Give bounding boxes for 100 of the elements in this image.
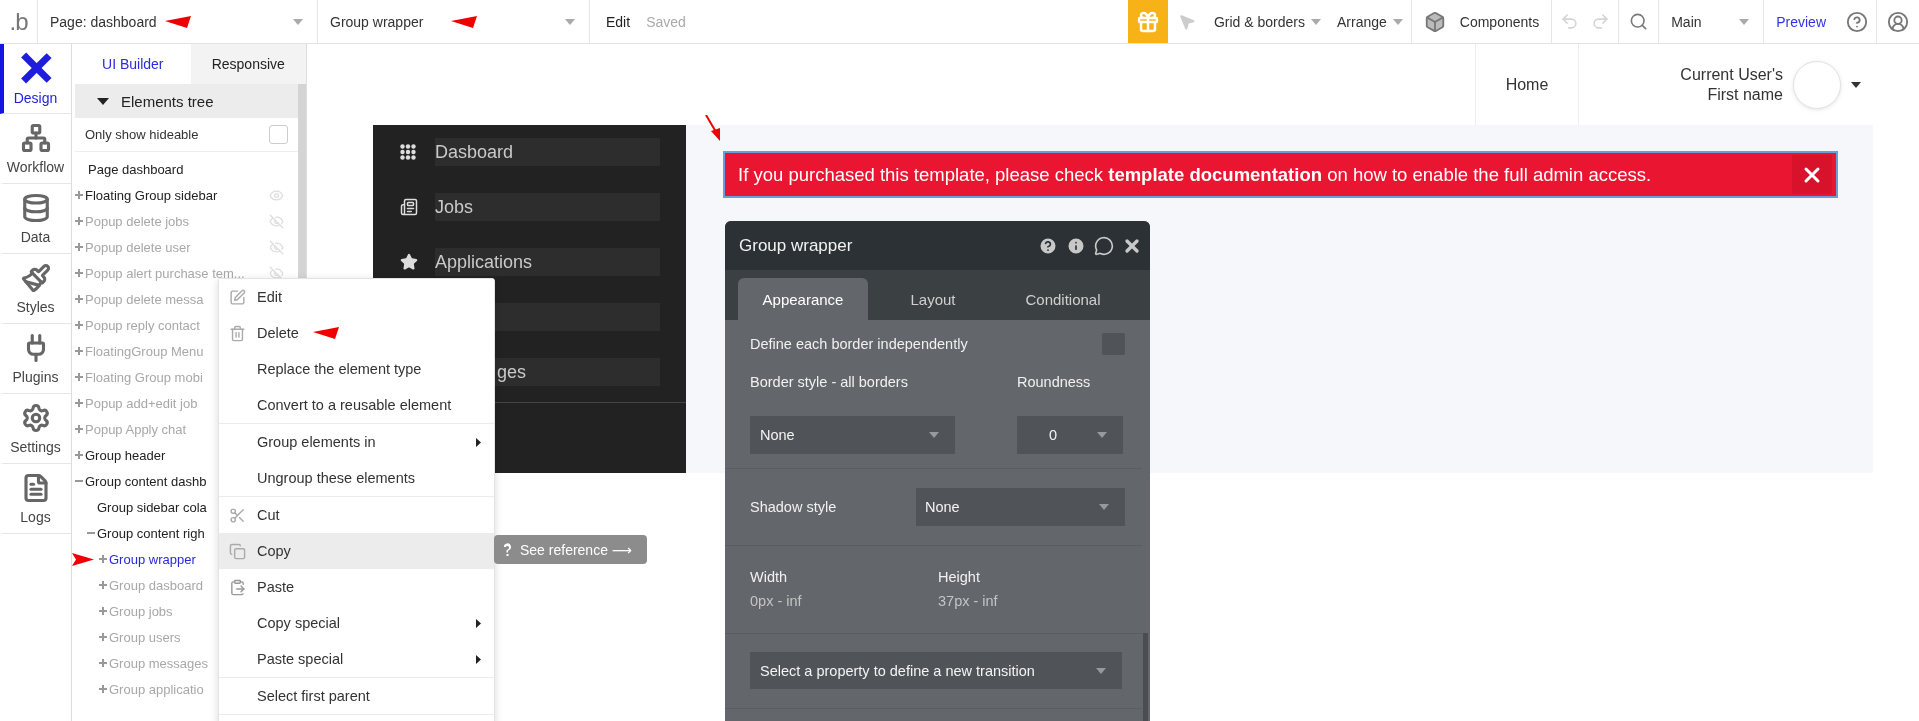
- gift-button[interactable]: [1127, 0, 1168, 43]
- cube-icon: [1423, 10, 1446, 33]
- expand-icon[interactable]: [75, 451, 83, 459]
- caret-icon: [1311, 18, 1321, 25]
- nav-item[interactable]: Dasboard: [435, 138, 660, 166]
- comment-icon[interactable]: [1094, 235, 1114, 256]
- checkbox[interactable]: [269, 125, 288, 144]
- menu-item[interactable]: Convert to a reusable element: [219, 387, 494, 423]
- caret-icon: [1392, 18, 1403, 25]
- submenu-caret-icon: [476, 654, 481, 664]
- expand-icon[interactable]: [99, 581, 107, 589]
- app-logo[interactable]: .b: [0, 0, 38, 43]
- settings-icon: [20, 402, 51, 433]
- rail-tab[interactable]: Logs: [0, 464, 71, 534]
- menu-item[interactable]: Paste: [219, 569, 494, 605]
- menu-item[interactable]: Paste special: [219, 641, 494, 677]
- transition-dropdown[interactable]: Select a property to define a new transition: [750, 652, 1122, 689]
- editor-tab[interactable]: Appearance: [738, 278, 868, 320]
- menu-item[interactable]: Edit: [219, 279, 494, 315]
- brush-icon: [20, 262, 51, 293]
- caret-icon: [1851, 81, 1861, 88]
- expand-icon[interactable]: [75, 243, 83, 251]
- roundness-dropdown[interactable]: 0: [1017, 416, 1123, 454]
- tree-item[interactable]: Group header: [85, 447, 166, 463]
- preview-link[interactable]: Preview: [1764, 0, 1838, 43]
- tree-item[interactable]: Floating Group sidebar: [85, 187, 218, 203]
- menu-item[interactable]: Copy special: [219, 605, 494, 641]
- section-header[interactable]: Elements tree: [75, 84, 298, 118]
- caret-icon: [1097, 432, 1107, 438]
- scrollbar[interactable]: [1143, 633, 1148, 721]
- editor-tab[interactable]: Conditional: [998, 278, 1128, 320]
- collapse-icon[interactable]: [87, 529, 95, 537]
- expand-icon[interactable]: [75, 269, 83, 277]
- field-label: Border style - all borders: [750, 374, 909, 390]
- nav-item[interactable]: Jobs: [435, 193, 660, 221]
- field-label: Height: [938, 569, 981, 585]
- rail-tab[interactable]: Workflow: [0, 114, 71, 184]
- menu-item[interactable]: Select first parent: [219, 678, 494, 714]
- close-button[interactable]: [1792, 155, 1832, 194]
- menu-item[interactable]: Copy: [219, 533, 494, 569]
- help-icon[interactable]: [1038, 235, 1058, 256]
- field-label: Width: [750, 569, 789, 585]
- caret-icon: [1739, 18, 1750, 25]
- edit-menu[interactable]: Edit: [606, 13, 631, 30]
- menu-item[interactable]: Cut: [219, 497, 494, 533]
- collapse-icon[interactable]: [75, 477, 83, 485]
- border-style-dropdown[interactable]: None: [750, 416, 955, 454]
- user-icon[interactable]: [1887, 10, 1909, 33]
- menu-item[interactable]: Group elements in: [219, 424, 494, 460]
- version-selector[interactable]: Main: [1659, 0, 1765, 43]
- tree-item[interactable]: Group content righ: [97, 525, 205, 541]
- page-selector[interactable]: Page: dashboard: [38, 0, 318, 43]
- menu-item[interactable]: Delete: [219, 315, 494, 351]
- expand-icon[interactable]: [75, 191, 83, 199]
- caret-icon: [97, 97, 109, 105]
- alert-banner[interactable]: If you purchased this template, please check template documentation on how to enable the full admin access.: [723, 151, 1838, 198]
- menu-item[interactable]: Ungroup these elements: [219, 460, 494, 496]
- tree-item[interactable]: Group wrapper: [109, 551, 196, 567]
- expand-icon[interactable]: [75, 321, 83, 329]
- expand-icon[interactable]: [75, 347, 83, 355]
- rail-tab[interactable]: Settings: [0, 394, 71, 464]
- help-icon[interactable]: [1846, 10, 1868, 33]
- alert-message: If you purchased this template, please check template documentation on how to enable the full admin access.: [738, 163, 1652, 186]
- rail-tab[interactable]: Data: [0, 184, 71, 254]
- submenu-caret-icon: [476, 618, 481, 628]
- filter-label: Only show hideable: [85, 127, 199, 142]
- element-selector[interactable]: Group wrapper: [318, 0, 590, 43]
- components-button[interactable]: Components: [1411, 0, 1553, 43]
- expand-icon[interactable]: [99, 659, 107, 667]
- editor-tab[interactable]: Layout: [868, 278, 998, 320]
- shadow-style-dropdown[interactable]: None: [916, 488, 1125, 526]
- expand-icon[interactable]: [75, 217, 83, 225]
- rail-tab[interactable]: Design: [0, 44, 71, 114]
- caret-icon: [1099, 504, 1109, 510]
- rail-tab[interactable]: Plugins: [0, 324, 71, 394]
- undo-icon[interactable]: [1560, 12, 1580, 31]
- nav-item[interactable]: Applications: [435, 248, 660, 276]
- tree-item[interactable]: Page dashboard: [75, 156, 298, 182]
- tree-item[interactable]: Group content dashb: [85, 473, 207, 489]
- expand-icon[interactable]: [75, 295, 83, 303]
- grid-borders-menu[interactable]: Grid & borders: [1205, 0, 1329, 43]
- rail-tab[interactable]: Styles: [0, 254, 71, 324]
- search-icon[interactable]: [1629, 12, 1649, 31]
- field-value: 0px - inf: [750, 593, 803, 609]
- pointer-arrow-icon: [72, 553, 94, 566]
- expand-icon[interactable]: [75, 373, 83, 381]
- pointer-icon[interactable]: [1177, 12, 1196, 31]
- arrange-menu[interactable]: Arrange: [1329, 0, 1412, 43]
- expand-icon[interactable]: [75, 399, 83, 407]
- info-icon[interactable]: [1066, 235, 1086, 256]
- expand-icon[interactable]: [99, 607, 107, 615]
- field-value: 37px - inf: [938, 593, 999, 609]
- expand-icon[interactable]: [99, 685, 107, 693]
- panel-tab[interactable]: Responsive: [190, 44, 306, 84]
- expand-icon[interactable]: [99, 555, 107, 563]
- expand-icon[interactable]: [75, 425, 83, 433]
- expand-icon[interactable]: [99, 633, 107, 641]
- tree-item[interactable]: Group sidebar cola: [97, 499, 207, 515]
- menu-item[interactable]: Replace the element type: [219, 351, 494, 387]
- trash-icon: [229, 324, 246, 342]
